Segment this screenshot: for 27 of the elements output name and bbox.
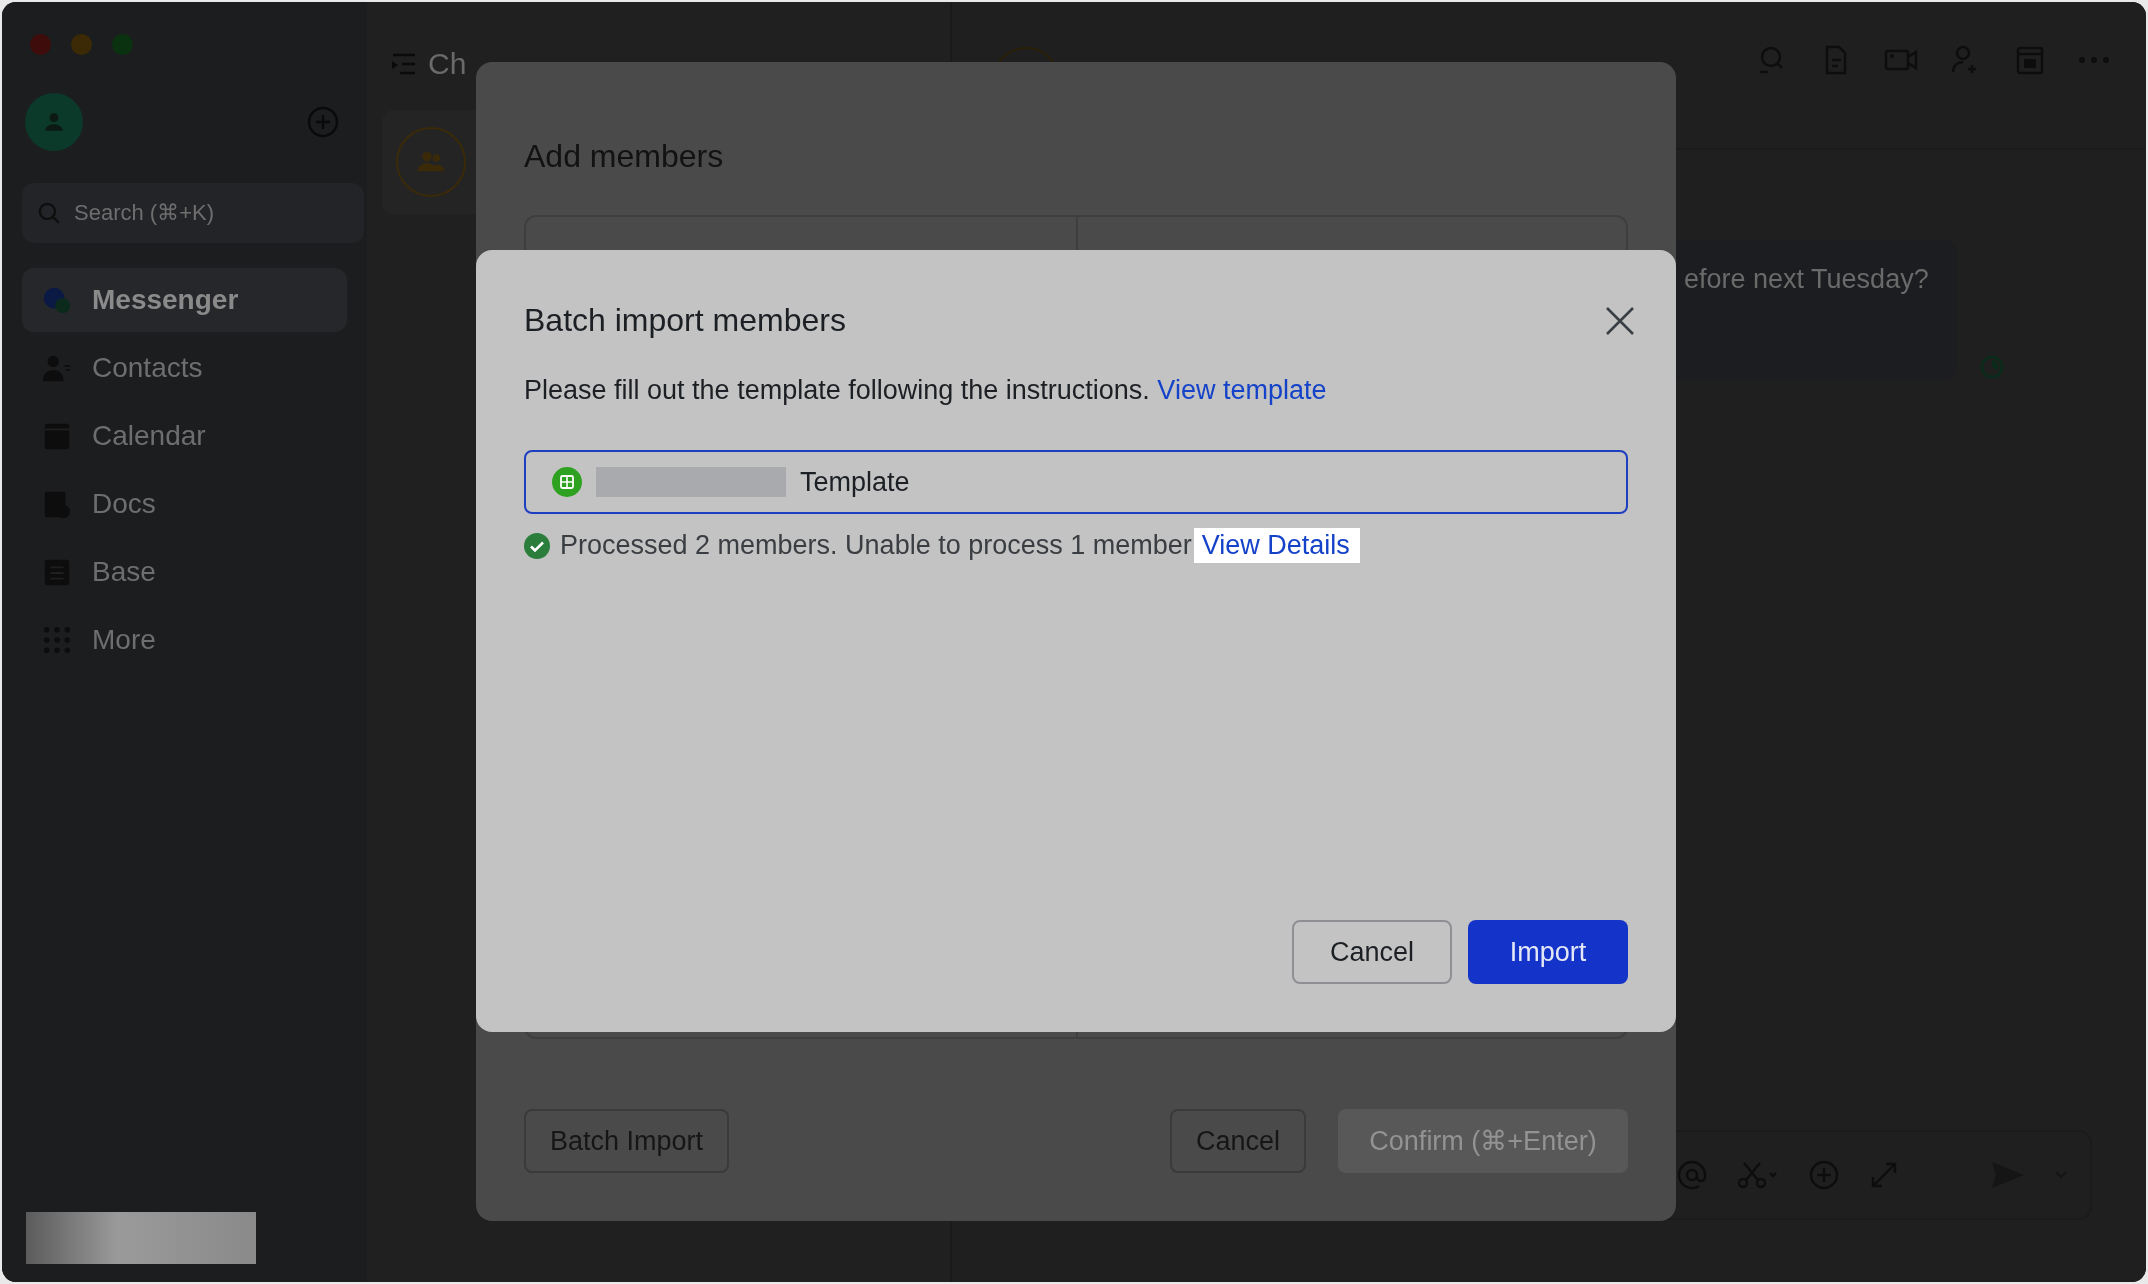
- dialog-button[interactable]: Cancel: [1292, 920, 1452, 984]
- panel-title: Ch: [428, 47, 467, 81]
- nav-item[interactable]: More: [22, 608, 347, 672]
- nav-item[interactable]: Docs: [22, 472, 347, 536]
- close-icon[interactable]: [1604, 304, 1636, 337]
- nav-item[interactable]: Messenger: [22, 268, 347, 332]
- dialog-button[interactable]: Import: [1468, 920, 1628, 984]
- spreadsheet-icon: [552, 467, 582, 497]
- chat-bubbles-icon: [42, 285, 72, 315]
- view-details-link[interactable]: View Details: [1193, 528, 1360, 563]
- mention-icon[interactable]: [1676, 1159, 1708, 1191]
- nav-item[interactable]: Calendar: [22, 404, 347, 468]
- nav-item[interactable]: Base: [22, 540, 347, 604]
- file-field[interactable]: Template: [524, 450, 1628, 514]
- file-name: Template: [800, 466, 910, 498]
- minimize-window-button[interactable]: [71, 34, 92, 55]
- message-text: efore next Tuesday?: [1684, 264, 1929, 294]
- success-icon: [524, 532, 550, 559]
- close-window-button[interactable]: [30, 34, 51, 55]
- nav-item[interactable]: Contacts: [22, 336, 347, 400]
- search-field[interactable]: Search (⌘+K): [22, 183, 364, 243]
- dialog-title: Add members: [524, 138, 725, 175]
- view-template-link[interactable]: View template: [1157, 375, 1327, 405]
- instruction-text: Please fill out the template following the instructions.: [524, 375, 1150, 405]
- group-avatar: [396, 127, 466, 197]
- status-message: Processed 2 members. Unable to process 1 member: [560, 530, 1192, 561]
- dialog-title: Batch import members: [524, 302, 846, 339]
